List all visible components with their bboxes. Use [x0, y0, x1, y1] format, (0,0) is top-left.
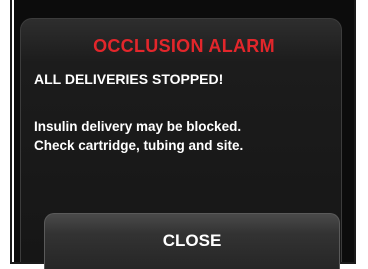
alarm-message: Insulin delivery may be blocked. Check c…	[34, 117, 243, 155]
alarm-message-line: Insulin delivery may be blocked.	[34, 119, 242, 134]
alarm-message-line: Check cartridge, tubing and site.	[34, 138, 244, 153]
close-button[interactable]: CLOSE	[44, 213, 340, 269]
alarm-subtitle: ALL DELIVERIES STOPPED!	[34, 71, 224, 87]
alarm-title: OCCLUSION ALARM	[93, 36, 275, 56]
